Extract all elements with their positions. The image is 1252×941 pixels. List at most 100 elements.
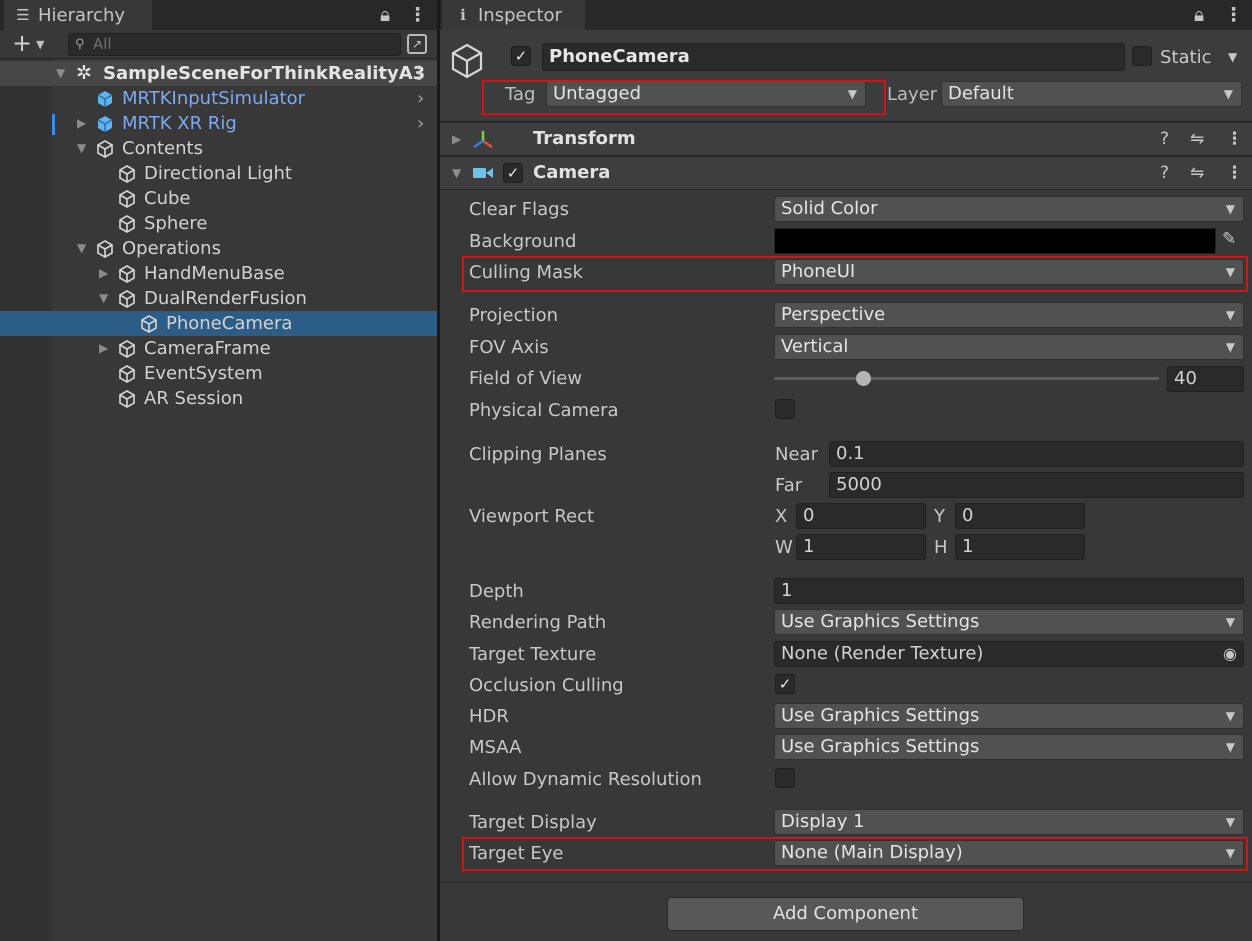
eyedropper-icon[interactable]: ✎ [1222, 229, 1236, 249]
hierarchy-item[interactable]: AR Session [0, 386, 437, 411]
inspector-tabbar: ℹ Inspector 🔒︎ ⋮ [440, 0, 1252, 30]
hdr-dropdown[interactable]: Use Graphics Settings ▼ [774, 703, 1244, 729]
help-icon[interactable]: ? [1160, 157, 1169, 189]
depth-field[interactable]: 1 [774, 578, 1244, 604]
background-color-field[interactable] [774, 228, 1216, 254]
open-prefab-icon[interactable]: › [417, 86, 424, 111]
fov-value-field[interactable]: 40 [1167, 366, 1244, 392]
fov-slider-thumb[interactable] [855, 371, 871, 386]
lock-icon[interactable]: 🔒︎ [1194, 4, 1204, 26]
layer-dropdown[interactable]: Default ▼ [941, 81, 1242, 107]
expand-arrow-icon[interactable]: ▼ [56, 61, 65, 86]
hierarchy-item[interactable]: ▼ Operations [0, 236, 437, 261]
hierarchy-item[interactable]: Directional Light [0, 161, 437, 186]
expand-arrow-icon[interactable]: ▼ [99, 286, 108, 311]
hierarchy-item-label: AR Session [144, 388, 244, 409]
near-field[interactable]: 0.1 [829, 441, 1244, 467]
hierarchy-item[interactable]: MRTKInputSimulator › [0, 86, 437, 111]
physical-camera-checkbox[interactable] [775, 399, 795, 419]
far-field[interactable]: 5000 [829, 472, 1244, 498]
hierarchy-item[interactable]: EventSystem [0, 361, 437, 386]
viewport-x-field[interactable]: 0 [796, 503, 926, 529]
camera-component-header[interactable]: ▼ ✓ Camera ? ⇋ ⋮ [440, 156, 1252, 190]
component-menu-icon[interactable]: ⋮ [1226, 123, 1243, 155]
transform-component-header[interactable]: ▶ Transform ? ⇋ ⋮ [440, 122, 1252, 156]
dynamic-resolution-checkbox[interactable] [775, 768, 795, 788]
kebab-menu-icon[interactable]: ⋮ [1224, 4, 1243, 26]
tag-dropdown[interactable]: Untagged ▼ [546, 81, 866, 107]
lock-icon[interactable]: 🔒︎ [380, 4, 390, 26]
hierarchy-item[interactable]: Sphere [0, 211, 437, 236]
scene-visibility-icon[interactable]: ↗ [407, 34, 427, 54]
fov-axis-dropdown[interactable]: Vertical ▼ [774, 334, 1244, 360]
kebab-menu-icon[interactable]: ⋮ [408, 4, 427, 26]
msaa-dropdown[interactable]: Use Graphics Settings ▼ [774, 734, 1244, 760]
hierarchy-item[interactable]: ▼ DualRenderFusion [0, 286, 437, 311]
viewport-w-label: W [775, 537, 793, 558]
tab-hierarchy-label: Hierarchy [38, 4, 126, 26]
hierarchy-item[interactable]: ▶ MRTK XR Rig › [0, 111, 437, 136]
preset-icon[interactable]: ⇋ [1190, 123, 1204, 155]
tab-inspector[interactable]: ℹ Inspector [442, 0, 585, 30]
expand-arrow-icon[interactable]: ▶ [77, 111, 86, 136]
background-label: Background [469, 231, 577, 252]
transform-axes-icon [473, 131, 493, 149]
scene-menu-icon[interactable]: ⋮ [410, 61, 428, 86]
hierarchy-item[interactable]: ▼ Contents [0, 136, 437, 161]
clipping-planes-label: Clipping Planes [469, 444, 607, 465]
viewport-w-field[interactable]: 1 [796, 534, 926, 560]
hierarchy-item[interactable]: Cube [0, 186, 437, 211]
hierarchy-item-label: Sphere [144, 213, 208, 234]
help-icon[interactable]: ? [1160, 123, 1169, 155]
rendering-path-label: Rendering Path [469, 612, 607, 633]
msaa-value: Use Graphics Settings [781, 736, 980, 757]
culling-mask-dropdown[interactable]: PhoneUI ▼ [774, 259, 1244, 285]
viewport-h-field[interactable]: 1 [955, 534, 1085, 560]
target-eye-dropdown[interactable]: None (Main Display) ▼ [774, 840, 1244, 866]
gameobject-icon [141, 315, 157, 333]
hierarchy-item[interactable]: ▶ CameraFrame [0, 336, 437, 361]
hierarchy-item[interactable]: PhoneCamera [0, 311, 437, 336]
search-input[interactable]: ⚲ All [68, 33, 401, 56]
rendering-path-dropdown[interactable]: Use Graphics Settings ▼ [774, 609, 1244, 635]
chevron-down-icon: ▼ [1225, 340, 1235, 354]
object-picker-icon[interactable]: ◉ [1223, 642, 1237, 666]
component-menu-icon[interactable]: ⋮ [1226, 157, 1243, 189]
camera-enabled-checkbox[interactable]: ✓ [503, 163, 523, 183]
add-component-button[interactable]: Add Component [667, 897, 1024, 931]
object-name-field[interactable]: PhoneCamera [542, 43, 1125, 71]
expand-arrow-icon[interactable]: ▶ [99, 336, 108, 361]
hierarchy-item-label: Cube [144, 188, 191, 209]
expand-arrow-icon[interactable]: ▼ [452, 157, 461, 189]
hierarchy-item-label: DualRenderFusion [144, 288, 307, 309]
active-checkbox[interactable]: ✓ [511, 46, 531, 66]
open-prefab-icon[interactable]: › [417, 111, 424, 136]
projection-dropdown[interactable]: Perspective ▼ [774, 302, 1244, 328]
expand-arrow-icon[interactable]: ▼ [77, 236, 86, 261]
chevron-down-icon[interactable]: ▼ [36, 30, 44, 59]
add-icon[interactable]: + [12, 30, 32, 57]
search-icon: ⚲ [75, 37, 85, 52]
chevron-down-icon: ▼ [1225, 202, 1235, 216]
far-label: Far [775, 475, 803, 496]
hierarchy-item-label: MRTKInputSimulator [122, 88, 306, 109]
expand-arrow-icon[interactable]: ▶ [452, 123, 461, 155]
fov-slider-track[interactable] [774, 371, 1159, 386]
clear-flags-dropdown[interactable]: Solid Color ▼ [774, 196, 1244, 222]
hierarchy-item-label: Operations [122, 238, 221, 259]
scene-row[interactable]: ▼ ✲ SampleSceneForThinkRealityA3 ⋮ [0, 61, 437, 86]
target-display-dropdown[interactable]: Display 1 ▼ [774, 809, 1244, 835]
hierarchy-item[interactable]: ▶ HandMenuBase [0, 261, 437, 286]
viewport-y-field[interactable]: 0 [955, 503, 1085, 529]
list-icon: ☰ [16, 6, 30, 24]
static-dropdown-icon[interactable]: ▼ [1228, 50, 1237, 64]
chevron-down-icon: ▼ [1223, 87, 1233, 101]
occlusion-culling-checkbox[interactable]: ✓ [775, 674, 795, 694]
near-label: Near [775, 444, 818, 465]
preset-icon[interactable]: ⇋ [1190, 157, 1204, 189]
tab-hierarchy[interactable]: ☰ Hierarchy [4, 0, 152, 30]
static-checkbox[interactable] [1132, 46, 1152, 66]
expand-arrow-icon[interactable]: ▼ [77, 136, 86, 161]
target-texture-field[interactable]: None (Render Texture) ◉ [774, 641, 1244, 667]
expand-arrow-icon[interactable]: ▶ [99, 261, 108, 286]
